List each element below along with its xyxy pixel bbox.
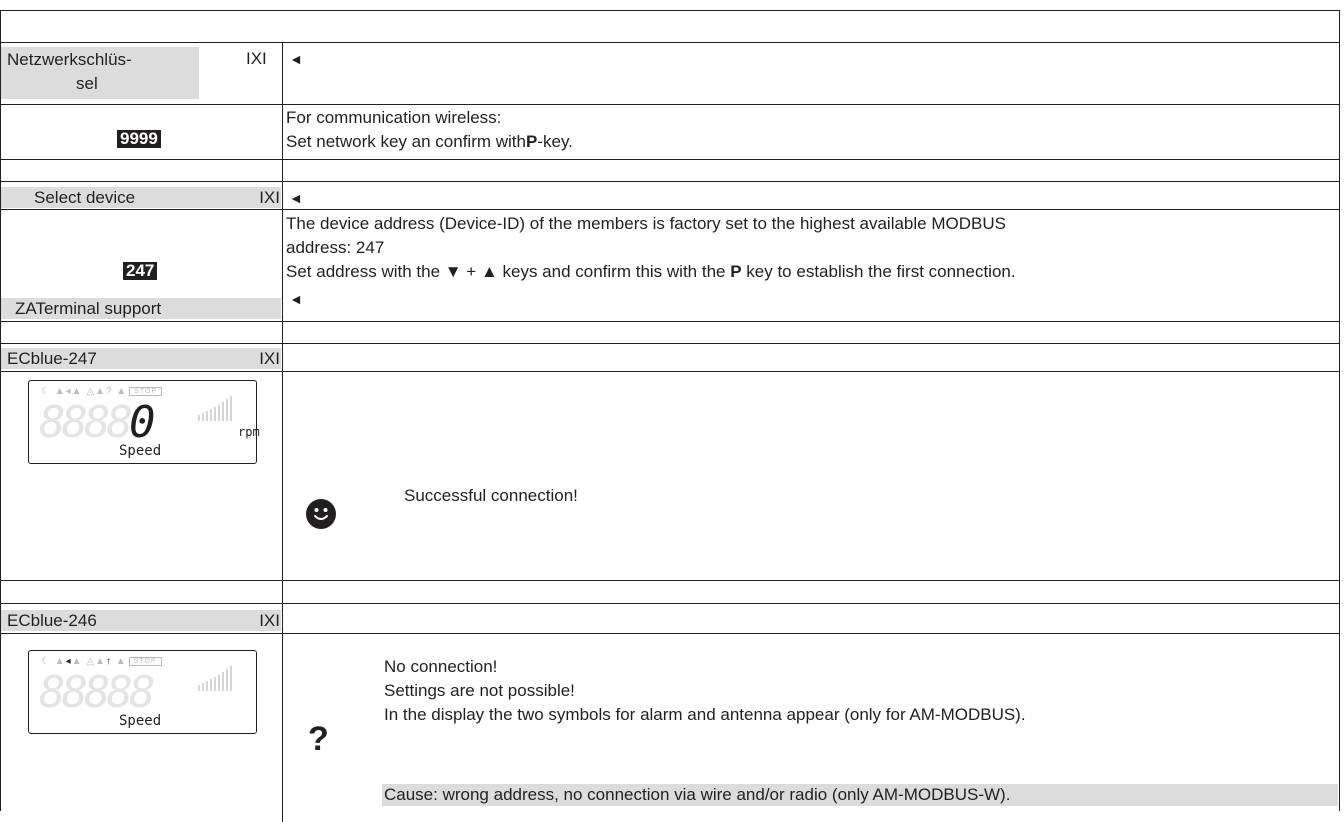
stop-indicator: STOP [128, 656, 162, 666]
description: For communication wireless: [286, 108, 502, 127]
description-text: Set address with the ▼ + ▲ keys and conf… [286, 262, 731, 281]
description: Set network key an confirm withP-key. [286, 130, 573, 154]
arrow-left-icon: ◄ [289, 291, 303, 307]
frame-right [1339, 10, 1340, 811]
ixi-indicator: IXI [259, 349, 280, 368]
key-label: P [525, 132, 538, 151]
description: address: 247 [286, 238, 385, 257]
arrow-left-icon: ◄ [289, 190, 303, 206]
menu-label: Select device [34, 188, 136, 207]
frame-left [0, 10, 1, 811]
lcd-display: ☾ ▲◂▲ ◬▲? ▲ STOP 88880 rpm Speed [28, 380, 260, 464]
ixi-indicator: IXI [246, 49, 267, 68]
menu-network-key[interactable]: Netzwerkschlüs- sel [1, 47, 199, 99]
menu-ecblue-246[interactable]: ECblue-246 IXI [1, 610, 281, 631]
divider [0, 42, 1340, 43]
divider [0, 159, 1340, 160]
divider [0, 603, 1340, 604]
stop-indicator: STOP [129, 386, 163, 396]
divider [0, 371, 1340, 372]
divider [0, 580, 1340, 581]
value-badge: 247 [123, 262, 158, 280]
cause-note: Cause: wrong address, no connection via … [382, 784, 1338, 806]
menu-label: ECblue-246 [7, 611, 97, 630]
bar-graph-icon [198, 666, 232, 691]
menu-ecblue-247[interactable]: ECblue-247 IXI [1, 348, 281, 369]
divider [0, 104, 1340, 105]
digit-readout: 88888 [39, 667, 155, 718]
status-message: Successful connection! [404, 486, 578, 505]
status-message: Settings are not possible! [384, 681, 575, 700]
status-symbols: ☾ ▲◂▲ ◬▲? ▲ STOP [41, 386, 163, 397]
menu-select-device[interactable]: Select device IXI [1, 187, 281, 208]
arrow-left-icon: ◄ [289, 51, 303, 67]
value-badge: 9999 [117, 130, 161, 148]
divider [0, 633, 1340, 634]
description-text: -key. [537, 132, 573, 151]
description: Set address with the ▼ + ▲ keys and conf… [286, 260, 1016, 284]
divider [0, 321, 1340, 322]
smiley-icon [306, 499, 336, 529]
description-text: Set network key an confirm with [286, 132, 526, 151]
divider [0, 343, 1340, 344]
lcd-display: ☾ ▲◂▲ ◬▲↑ ▲ STOP 88888 Speed [28, 650, 257, 734]
menu-label: sel [76, 74, 98, 93]
digit-readout: 88880 [39, 401, 155, 445]
menu-label: ECblue-247 [7, 349, 97, 368]
menu-zaterminal-support[interactable]: ZATerminal support [1, 298, 281, 319]
description: The device address (Device-ID) of the me… [286, 214, 1006, 233]
status-message: No connection! [384, 657, 498, 676]
key-label: P [730, 262, 742, 281]
display-label: Speed [119, 443, 162, 459]
question-mark-icon: ? [308, 720, 329, 758]
unit-label: rpm [238, 425, 260, 439]
menu-label: ZATerminal support [15, 299, 162, 318]
inactive-digits: 8888 [39, 397, 133, 448]
bar-graph-icon [198, 396, 232, 421]
status-symbols: ☾ ▲◂▲ ◬▲↑ ▲ STOP [41, 656, 162, 667]
menu-label: Netzwerkschlüs- [7, 50, 132, 69]
divider [0, 10, 1340, 11]
status-message: In the display the two symbols for alarm… [384, 705, 1026, 724]
active-digit: 0 [128, 397, 155, 448]
divider [0, 209, 1340, 210]
description-text: key to establish the first connection. [741, 262, 1016, 281]
display-label: Speed [119, 713, 162, 729]
ixi-indicator: IXI [259, 188, 280, 207]
divider [0, 181, 1340, 182]
ixi-indicator: IXI [259, 611, 280, 630]
